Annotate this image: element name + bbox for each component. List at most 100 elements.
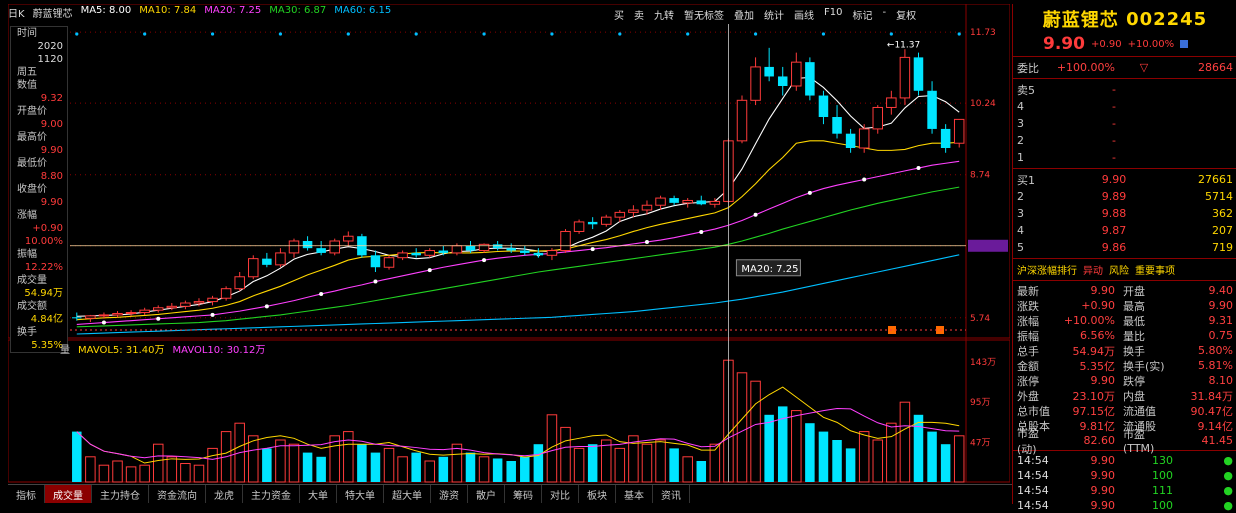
candle-body-up[interactable] <box>736 99 748 142</box>
candle-body-up[interactable] <box>139 309 150 314</box>
candle-body-down[interactable] <box>777 76 788 86</box>
ask-level-row[interactable]: 3- <box>1013 115 1236 132</box>
candle-body-up[interactable] <box>791 61 802 87</box>
candle-body-up[interactable] <box>98 314 110 317</box>
candle-body-up[interactable] <box>858 128 870 149</box>
candle-body-down[interactable] <box>438 250 449 253</box>
tab-indicator[interactable]: 对比 <box>542 485 579 503</box>
candle-body-up[interactable] <box>275 252 286 266</box>
toolbar-item[interactable]: 暂无标签 <box>682 7 726 23</box>
candle-body-up[interactable] <box>125 312 137 315</box>
bid-level-row[interactable]: 3 9.88 362 <box>1013 205 1236 222</box>
ask-level-row[interactable]: 1- <box>1013 149 1236 166</box>
candle-body-up[interactable] <box>329 240 340 254</box>
tab-indicator[interactable]: 筹码 <box>505 485 542 503</box>
candle-body-down[interactable] <box>262 258 272 265</box>
candle-body-up[interactable] <box>234 276 245 290</box>
candle-body-up[interactable] <box>573 221 585 232</box>
candle-body-down[interactable] <box>411 252 421 256</box>
toolbar-item[interactable]: 复权 <box>894 7 918 23</box>
candle-body-down[interactable] <box>72 317 82 319</box>
toolbar-item[interactable]: 买 <box>612 7 626 23</box>
candle-body-down[interactable] <box>302 241 313 249</box>
tab-indicator[interactable]: 成交量 <box>45 485 92 503</box>
candle-body-down[interactable] <box>492 244 503 249</box>
kline-chart-svg[interactable]: 11.7310.248.747.255.74143万95万47万MA20: 7.… <box>7 3 1011 484</box>
kline-chart-area[interactable]: 11.7310.248.747.255.74143万95万47万MA20: 7.… <box>7 3 1011 484</box>
candle-body-up[interactable] <box>872 106 884 130</box>
candle-body-up[interactable] <box>655 197 666 206</box>
candle-body-up[interactable] <box>560 230 571 252</box>
bid-level-row[interactable]: 买1 9.90 27661 <box>1013 171 1236 188</box>
period-label[interactable]: 日K <box>8 5 25 21</box>
candle-body-up[interactable] <box>628 209 639 213</box>
bid-level-row[interactable]: 2 9.89 5714 <box>1013 188 1236 205</box>
tab-indicator[interactable]: 游资 <box>431 485 468 503</box>
watch-icon[interactable] <box>1180 40 1189 48</box>
candle-body-up[interactable] <box>383 257 395 268</box>
candle-body-up[interactable] <box>614 211 626 218</box>
bid-level-row[interactable]: 4 9.87 207 <box>1013 222 1236 239</box>
tab-indicator[interactable]: 特大单 <box>337 485 384 503</box>
tab-indicator[interactable]: 主力持仓 <box>92 485 149 503</box>
toolbar-item[interactable]: 标记 <box>850 7 874 23</box>
status-link[interactable]: 沪深涨幅排行 <box>1017 262 1077 277</box>
candle-body-up[interactable] <box>709 200 721 205</box>
candle-body-up[interactable] <box>451 245 463 254</box>
status-link[interactable]: 异动 <box>1083 262 1103 277</box>
candle-body-down[interactable] <box>506 248 516 251</box>
candle-body-up[interactable] <box>546 250 558 256</box>
status-link[interactable]: 风险 <box>1109 262 1129 277</box>
toolbar-item[interactable]: 统计 <box>762 7 786 23</box>
candle-body-down[interactable] <box>465 245 476 251</box>
candle-body-up[interactable] <box>207 297 218 303</box>
candle-body-up[interactable] <box>112 312 123 316</box>
candle-body-up[interactable] <box>641 204 653 211</box>
candle-body-up[interactable] <box>424 250 436 256</box>
candle-body-down[interactable] <box>370 255 381 268</box>
ask-level-row[interactable]: 4- <box>1013 98 1236 115</box>
toolbar-item[interactable]: 叠加 <box>732 7 756 23</box>
candle-body-up[interactable] <box>478 243 490 252</box>
candle-body-down[interactable] <box>927 90 937 129</box>
candle-body-down[interactable] <box>818 95 829 117</box>
tab-indicator[interactable]: 基本 <box>616 485 653 503</box>
toolbar-item[interactable]: - <box>880 7 888 23</box>
toolbar-item[interactable]: 卖 <box>632 7 646 23</box>
toolbar-item[interactable]: F10 <box>822 7 844 23</box>
candle-body-up[interactable] <box>682 199 693 204</box>
candle-body-down[interactable] <box>940 128 951 148</box>
candle-body-up[interactable] <box>600 216 612 225</box>
tab-indicator[interactable]: 大单 <box>300 485 337 503</box>
candle-body-up[interactable] <box>899 56 911 99</box>
candle-body-down[interactable] <box>913 57 924 91</box>
tab-indicator[interactable]: 超大单 <box>384 485 431 503</box>
ask-level-row[interactable]: 卖5 - <box>1013 81 1236 98</box>
candle-body-down[interactable] <box>764 66 774 77</box>
tab-indicator[interactable]: 资讯 <box>653 485 690 503</box>
toolbar-item[interactable]: 九转 <box>652 7 676 23</box>
tab-indicator[interactable]: 龙虎 <box>206 485 243 503</box>
candle-body-down[interactable] <box>845 133 856 148</box>
candle-body-down[interactable] <box>696 200 707 205</box>
candle-body-down[interactable] <box>533 252 544 256</box>
candle-body-down[interactable] <box>520 250 530 253</box>
candle-body-up[interactable] <box>248 258 259 278</box>
candle-body-up[interactable] <box>886 97 897 108</box>
candle-body-up[interactable] <box>953 118 965 144</box>
candle-body-down[interactable] <box>669 198 679 203</box>
bid-level-row[interactable]: 5 9.86 719 <box>1013 239 1236 256</box>
tab-indicator[interactable]: 主力资金 <box>243 485 300 503</box>
candle-body-up[interactable] <box>343 235 354 242</box>
candle-body-down[interactable] <box>587 221 598 225</box>
candle-body-up[interactable] <box>220 288 232 299</box>
candle-body-up[interactable] <box>288 240 300 254</box>
candle-body-down[interactable] <box>832 117 842 134</box>
candle-body-up[interactable] <box>152 307 164 311</box>
tab-indicator[interactable]: 指标 <box>8 485 45 503</box>
candle-body-up[interactable] <box>750 66 761 101</box>
collapse-icon[interactable]: ▽ <box>1115 61 1173 74</box>
candle-body-down[interactable] <box>805 62 815 96</box>
candle-body-down[interactable] <box>316 248 326 253</box>
candle-body-up[interactable] <box>85 315 96 319</box>
